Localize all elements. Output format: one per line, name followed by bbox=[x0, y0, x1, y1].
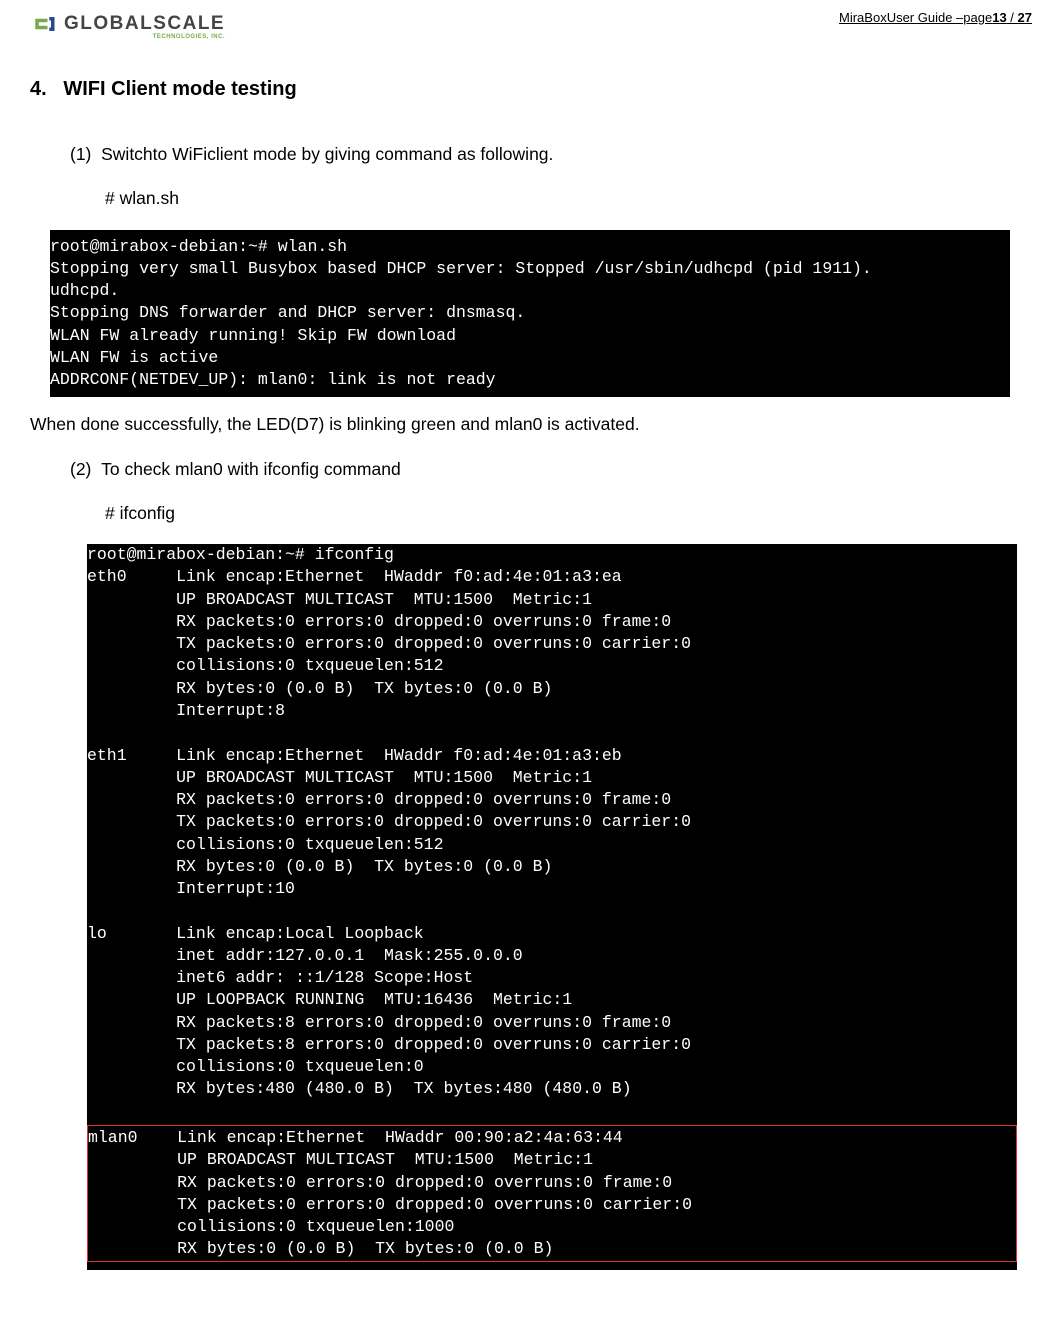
iface-eth1: eth1Link encap:Ethernet HWaddr f0:ad:4e:… bbox=[87, 745, 1017, 767]
iface-line: TX packets:0 errors:0 dropped:0 overruns… bbox=[88, 1194, 1016, 1216]
iface-line: RX packets:8 errors:0 dropped:0 overruns… bbox=[87, 1012, 1017, 1034]
logo-text: GLOBALSCALE TECHNOLOGIES, INC. bbox=[64, 13, 225, 35]
iface-line: TX packets:8 errors:0 dropped:0 overruns… bbox=[87, 1034, 1017, 1056]
page-current: 13 bbox=[992, 10, 1006, 25]
iface-line: UP LOOPBACK RUNNING MTU:16436 Metric:1 bbox=[87, 989, 1017, 1011]
step-2-text: To check mlan0 with ifconfig command bbox=[101, 459, 401, 479]
page-sep: / bbox=[1007, 10, 1018, 25]
iface-name: eth0 bbox=[87, 566, 176, 588]
iface-line: RX bytes:480 (480.0 B) TX bytes:480 (480… bbox=[87, 1078, 1017, 1100]
logo: GLOBALSCALE TECHNOLOGIES, INC. bbox=[30, 10, 225, 38]
iface-line: UP BROADCAST MULTICAST MTU:1500 Metric:1 bbox=[88, 1149, 1016, 1171]
term1-line: udhcpd. bbox=[50, 280, 1010, 302]
iface-line: UP BROADCAST MULTICAST MTU:1500 Metric:1 bbox=[87, 767, 1017, 789]
iface-line: Link encap:Ethernet HWaddr f0:ad:4e:01:a… bbox=[176, 567, 622, 586]
iface-name: mlan0 bbox=[88, 1127, 177, 1149]
iface-line: collisions:0 txqueuelen:512 bbox=[87, 834, 1017, 856]
after-terminal-note: When done successfully, the LED(D7) is b… bbox=[30, 411, 1032, 437]
guide-prefix: MiraBoxUser Guide –page bbox=[839, 10, 992, 25]
iface-line: Link encap:Local Loopback bbox=[176, 924, 424, 943]
iface-line: UP BROADCAST MULTICAST MTU:1500 Metric:1 bbox=[87, 589, 1017, 611]
term1-line: ADDRCONF(NETDEV_UP): mlan0: link is not … bbox=[50, 369, 1010, 391]
term1-line: WLAN FW is active bbox=[50, 347, 1010, 369]
section-number: 4. bbox=[30, 78, 47, 100]
highlighted-mlan0: mlan0Link encap:Ethernet HWaddr 00:90:a2… bbox=[87, 1125, 1017, 1262]
iface-line: collisions:0 txqueuelen:512 bbox=[87, 655, 1017, 677]
page-header: GLOBALSCALE TECHNOLOGIES, INC. MiraBoxUs… bbox=[30, 10, 1032, 38]
term1-line: Stopping very small Busybox based DHCP s… bbox=[50, 258, 1010, 280]
iface-line: TX packets:0 errors:0 dropped:0 overruns… bbox=[87, 811, 1017, 833]
blank-line bbox=[87, 900, 1017, 922]
iface-line: RX bytes:0 (0.0 B) TX bytes:0 (0.0 B) bbox=[88, 1238, 1016, 1260]
iface-line: RX packets:0 errors:0 dropped:0 overruns… bbox=[88, 1172, 1016, 1194]
page-indicator: MiraBoxUser Guide –page13 / 27 bbox=[839, 10, 1032, 25]
blank-line bbox=[87, 722, 1017, 744]
iface-lo: loLink encap:Local Loopback bbox=[87, 923, 1017, 945]
iface-line: RX packets:0 errors:0 dropped:0 overruns… bbox=[87, 789, 1017, 811]
iface-line: RX packets:0 errors:0 dropped:0 overruns… bbox=[87, 611, 1017, 633]
section-title: WIFI Client mode testing bbox=[63, 78, 296, 100]
page-total: 27 bbox=[1018, 10, 1032, 25]
iface-mlan0: mlan0Link encap:Ethernet HWaddr 00:90:a2… bbox=[88, 1127, 1016, 1149]
section-heading: 4. WIFI Client mode testing bbox=[30, 78, 1032, 101]
term1-line: root@mirabox-debian:~# wlan.sh bbox=[50, 236, 1010, 258]
iface-line: Interrupt:10 bbox=[87, 878, 1017, 900]
term1-line: WLAN FW already running! Skip FW downloa… bbox=[50, 325, 1010, 347]
step-1: (1) Switchto WiFiclient mode by giving c… bbox=[70, 141, 1032, 167]
term1-line: Stopping DNS forwarder and DHCP server: … bbox=[50, 302, 1010, 324]
step-1-text: Switchto WiFiclient mode by giving comma… bbox=[101, 144, 553, 164]
step-1-number: (1) bbox=[70, 144, 91, 164]
terminal-output-wlan: root@mirabox-debian:~# wlan.shStopping v… bbox=[50, 230, 1010, 398]
iface-line: inet6 addr: ::1/128 Scope:Host bbox=[87, 967, 1017, 989]
iface-line: collisions:0 txqueuelen:1000 bbox=[88, 1216, 1016, 1238]
logo-name: GLOBALSCALE bbox=[64, 13, 225, 34]
step-2-command: # ifconfig bbox=[105, 500, 1032, 526]
iface-line: Link encap:Ethernet HWaddr 00:90:a2:4a:6… bbox=[177, 1128, 623, 1147]
iface-line: RX bytes:0 (0.0 B) TX bytes:0 (0.0 B) bbox=[87, 678, 1017, 700]
iface-line: collisions:0 txqueuelen:0 bbox=[87, 1056, 1017, 1078]
iface-line: inet addr:127.0.0.1 Mask:255.0.0.0 bbox=[87, 945, 1017, 967]
step-1-command: # wlan.sh bbox=[105, 185, 1032, 211]
iface-line: Link encap:Ethernet HWaddr f0:ad:4e:01:a… bbox=[176, 746, 622, 765]
step-2-number: (2) bbox=[70, 459, 91, 479]
iface-line: Interrupt:8 bbox=[87, 700, 1017, 722]
terminal-output-ifconfig: root@mirabox-debian:~# ifconfigeth0Link … bbox=[87, 544, 1017, 1270]
logo-subtitle: TECHNOLOGIES, INC. bbox=[153, 34, 225, 40]
iface-line: TX packets:0 errors:0 dropped:0 overruns… bbox=[87, 633, 1017, 655]
term2-prompt: root@mirabox-debian:~# ifconfig bbox=[87, 544, 1017, 566]
iface-eth0: eth0Link encap:Ethernet HWaddr f0:ad:4e:… bbox=[87, 566, 1017, 588]
step-2: (2) To check mlan0 with ifconfig command bbox=[70, 456, 1032, 482]
globalscale-logo-icon bbox=[30, 10, 58, 38]
blank-line bbox=[87, 1101, 1017, 1123]
iface-name: eth1 bbox=[87, 745, 176, 767]
iface-line: RX bytes:0 (0.0 B) TX bytes:0 (0.0 B) bbox=[87, 856, 1017, 878]
iface-name: lo bbox=[87, 923, 176, 945]
